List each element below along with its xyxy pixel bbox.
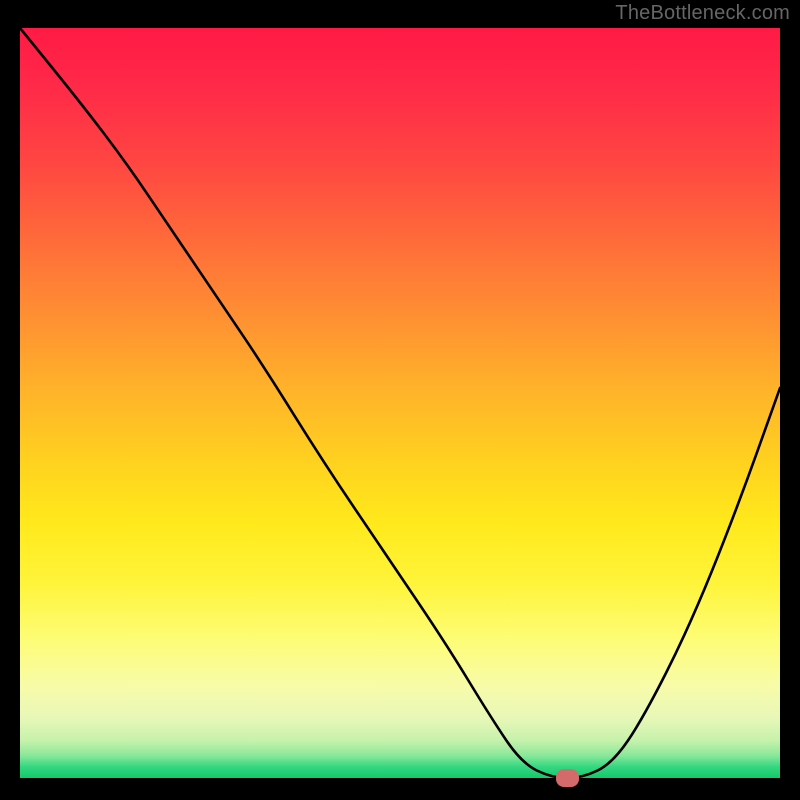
watermark-text: TheBottleneck.com — [615, 2, 790, 25]
optimum-marker — [556, 769, 579, 786]
chart-frame: TheBottleneck.com — [0, 0, 800, 800]
chart-line-layer — [20, 28, 780, 778]
bottleneck-curve — [20, 28, 780, 778]
